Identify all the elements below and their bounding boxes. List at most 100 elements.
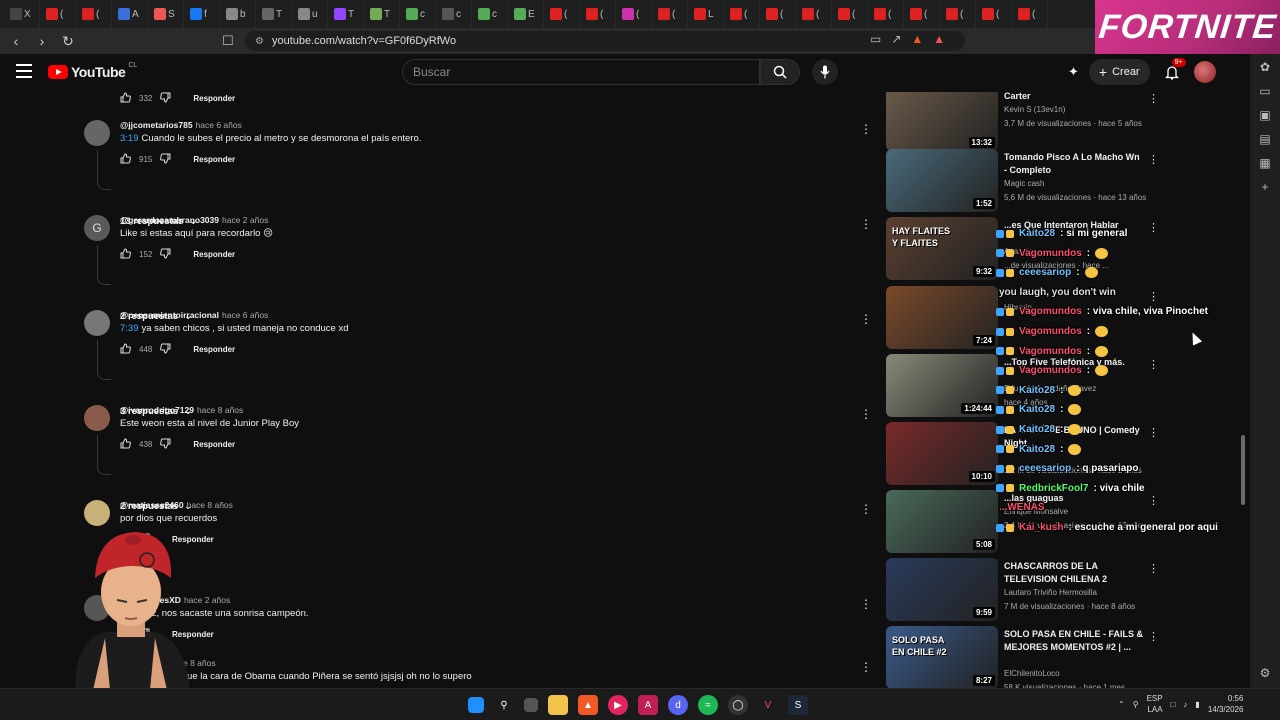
- browser-tab[interactable]: (: [760, 0, 796, 28]
- add-panel-icon[interactable]: +: [1261, 180, 1268, 194]
- search-taskbar-icon[interactable]: ⚲: [494, 695, 514, 715]
- browser-tab[interactable]: S: [148, 0, 184, 28]
- video-more-icon[interactable]: ⋮: [1148, 92, 1159, 105]
- comment-author[interactable]: @jjcometarios785 hace 6 años: [120, 120, 242, 130]
- video-thumbnail[interactable]: HAY FLAITES Y FLAITES 9:32: [886, 217, 998, 280]
- related-video[interactable]: 10:10 LA MAMÁ DE BRUNO | Comedy Night 1,2 …: [886, 422, 1246, 486]
- comment-author-name[interactable]: @matiasss2460: [120, 500, 184, 510]
- browser-tab[interactable]: u: [292, 0, 328, 28]
- comment-more-icon[interactable]: ⋮: [860, 312, 872, 326]
- back-icon[interactable]: ‹: [6, 31, 26, 51]
- browser-tab[interactable]: (: [1012, 0, 1048, 28]
- browser-tab[interactable]: L: [688, 0, 724, 28]
- like-icon[interactable]: [120, 438, 131, 451]
- reply-button[interactable]: Responder: [193, 94, 235, 103]
- comment-more-icon[interactable]: ⋮: [860, 122, 872, 136]
- reply-button[interactable]: Responder: [193, 155, 235, 164]
- comment-author[interactable]: @pensamientoirracional hace 6 años: [120, 310, 268, 320]
- related-video[interactable]: 13:32 Carter Kevin S (13ev1n) 3,7 M de visu…: [886, 92, 1246, 152]
- browser-tab[interactable]: (: [76, 0, 112, 28]
- comment-more-icon[interactable]: ⋮: [860, 597, 872, 611]
- browser-tab[interactable]: c: [472, 0, 508, 28]
- reply-button[interactable]: Responder: [193, 440, 235, 449]
- notifications-button[interactable]: 9+: [1160, 58, 1186, 84]
- comment-avatar[interactable]: G: [84, 215, 110, 241]
- forward-icon[interactable]: ›: [32, 31, 52, 51]
- comment-more-icon[interactable]: ⋮: [860, 217, 872, 231]
- bookmark-icon[interactable]: ☐: [222, 33, 234, 49]
- page-scrollbar[interactable]: [1241, 435, 1245, 505]
- brave-browser-icon[interactable]: ▲: [578, 695, 598, 715]
- comment-author-name[interactable]: @ivanrodrigo7129: [120, 405, 194, 415]
- comment-time[interactable]: hace 2 años: [222, 215, 268, 225]
- video-thumbnail[interactable]: 1:24:44: [886, 354, 998, 417]
- voice-search-button[interactable]: [812, 59, 838, 85]
- like-icon[interactable]: [120, 343, 131, 356]
- comment-author-name[interactable]: @jjcometarios785: [120, 120, 193, 130]
- video-title[interactable]: Carter: [1004, 92, 1144, 103]
- obs-icon[interactable]: ◯: [728, 695, 748, 715]
- video-more-icon[interactable]: ⋮: [1148, 221, 1159, 234]
- browser-tab[interactable]: c: [400, 0, 436, 28]
- comment-time[interactable]: hace 6 años: [222, 310, 268, 320]
- share-icon[interactable]: ↗: [891, 32, 901, 46]
- menu-icon[interactable]: [16, 64, 32, 78]
- browser-tab[interactable]: (: [940, 0, 976, 28]
- reply-button[interactable]: Responder: [193, 250, 235, 259]
- video-thumbnail[interactable]: 13:32: [886, 92, 998, 151]
- comment-avatar[interactable]: [84, 120, 110, 146]
- mic-tray-icon[interactable]: ⚲: [1133, 700, 1139, 709]
- video-title[interactable]: ...Top Five Telefónica y más.: [1004, 356, 1144, 369]
- volume-icon[interactable]: ♪: [1183, 700, 1187, 709]
- comment-avatar[interactable]: [84, 310, 110, 336]
- like-icon[interactable]: [120, 248, 131, 261]
- steam-icon[interactable]: S: [788, 695, 808, 715]
- battery-icon[interactable]: ▮: [1195, 700, 1199, 709]
- related-video[interactable]: 1:52 Tomando Pisco A Lo Macho Wn - Comple…: [886, 149, 1246, 213]
- video-more-icon[interactable]: ⋮: [1148, 358, 1159, 371]
- reading-list-icon[interactable]: ▭: [1259, 84, 1270, 98]
- browser-tab[interactable]: (: [544, 0, 580, 28]
- browser-tab[interactable]: (: [868, 0, 904, 28]
- comment-time[interactable]: hace 8 años: [187, 500, 233, 510]
- video-title[interactable]: ...es Que Intentaron Hablar: [1004, 219, 1144, 232]
- video-title[interactable]: CHASCARROS DE LA TELEVISION CHILENA 2: [1004, 560, 1144, 586]
- browser-tab[interactable]: (: [580, 0, 616, 28]
- leo-icon[interactable]: ✿: [1260, 60, 1270, 74]
- video-thumbnail[interactable]: 7:24: [886, 286, 998, 349]
- media-player-icon[interactable]: ▶: [608, 695, 628, 715]
- video-more-icon[interactable]: ⋮: [1148, 153, 1159, 166]
- browser-tab[interactable]: A: [112, 0, 148, 28]
- video-channel[interactable]: Magic cash: [1004, 179, 1044, 188]
- comment-more-icon[interactable]: ⋮: [860, 502, 872, 516]
- cast-icon[interactable]: ▭: [870, 32, 881, 46]
- browser-tab[interactable]: c: [436, 0, 472, 28]
- reply-button[interactable]: Responder: [193, 345, 235, 354]
- affinity-icon[interactable]: A: [638, 695, 658, 715]
- site-info-icon[interactable]: ⚙: [255, 36, 264, 47]
- browser-tab[interactable]: (: [616, 0, 652, 28]
- windows-start-icon[interactable]: [468, 697, 484, 713]
- video-channel[interactable]: Enrique Monsalve: [1004, 507, 1068, 516]
- video-thumbnail[interactable]: 9:59: [886, 558, 998, 621]
- video-channel[interactable]: Analistos...: [1004, 247, 1043, 256]
- discord-icon[interactable]: d: [668, 695, 688, 715]
- comment-author-name[interactable]: @pensamientoirracional: [120, 310, 219, 320]
- brave-shield-icon[interactable]: ▲: [911, 32, 923, 46]
- related-video[interactable]: 9:59 CHASCARROS DE LA TELEVISION CHILENA …: [886, 558, 1246, 622]
- video-more-icon[interactable]: ⋮: [1148, 630, 1159, 643]
- browser-tab[interactable]: T: [256, 0, 292, 28]
- video-title[interactable]: Tomando Pisco A Lo Macho Wn - Completo: [1004, 151, 1144, 177]
- browser-tab[interactable]: T: [328, 0, 364, 28]
- sidebar-settings-icon[interactable]: ⚙: [1260, 666, 1271, 680]
- comment-avatar[interactable]: [84, 405, 110, 431]
- comment-timestamp-link[interactable]: 3:19: [120, 133, 139, 144]
- video-channel[interactable]: Kevin S (13ev1n): [1004, 105, 1065, 114]
- browser-tab[interactable]: (: [904, 0, 940, 28]
- url-field[interactable]: ⚙ youtube.com/watch?v=GF0f6DyRfWo: [245, 31, 965, 51]
- browser-tab[interactable]: (: [724, 0, 760, 28]
- comment-time[interactable]: hace 8 años: [197, 405, 243, 415]
- language-indicator[interactable]: ESP LAA: [1147, 693, 1163, 715]
- comment-author[interactable]: @ivanrodrigo7129 hace 8 años: [120, 405, 243, 415]
- spotify-icon[interactable]: ≈: [698, 695, 718, 715]
